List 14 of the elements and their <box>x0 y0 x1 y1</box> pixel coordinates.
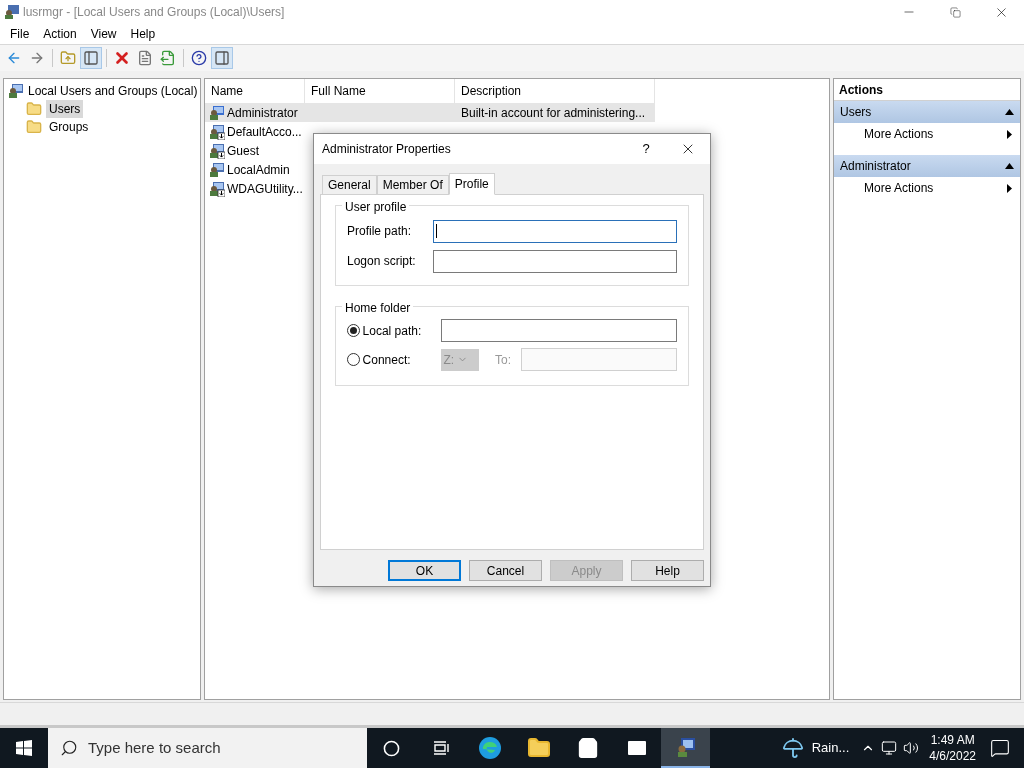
user-name: WDAGUtility... <box>227 180 303 198</box>
radio-label: Local path: <box>362 322 423 340</box>
user-name: DefaultAcco... <box>227 123 302 141</box>
window-title: lusrmgr - [Local Users and Groups (Local)\Users] <box>23 4 285 21</box>
user-name: Administrator <box>227 104 298 122</box>
user-name: Guest <box>227 142 259 160</box>
actions-title: Actions <box>839 81 883 99</box>
field-label: Profile path: <box>347 223 413 240</box>
field-label: Logon script: <box>347 253 417 270</box>
dialog-title: Administrator Properties <box>322 141 451 158</box>
radio-label: Connect: <box>362 351 412 369</box>
user-description: Built-in account for administering... <box>460 104 646 122</box>
user-name: LocalAdmin <box>227 161 290 179</box>
to-label: To: <box>495 351 513 369</box>
